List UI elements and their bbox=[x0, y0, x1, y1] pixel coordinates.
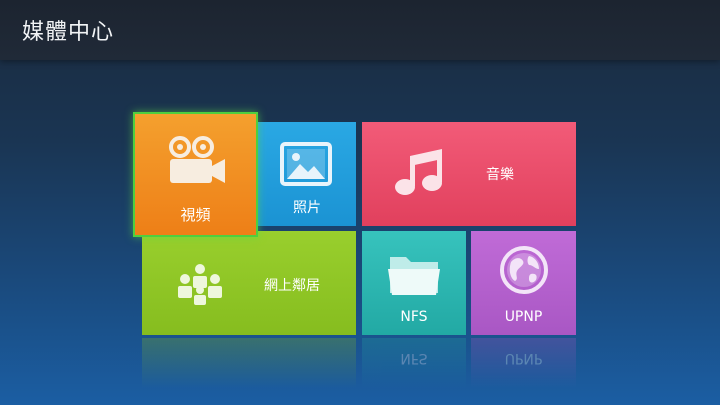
tile-video[interactable]: 視頻 bbox=[133, 112, 258, 237]
tile-upnp-label: UPNP bbox=[504, 309, 543, 325]
tile-nfs-label: NFS bbox=[400, 309, 428, 325]
tile-photos[interactable]: 照片 bbox=[258, 122, 356, 226]
header-bar: 媒體中心 bbox=[0, 0, 720, 60]
tile-music-label: 音樂 bbox=[486, 167, 514, 183]
tile-photos-label: 照片 bbox=[293, 200, 321, 216]
tile-nfs-reflection-label: NFS bbox=[400, 350, 428, 366]
tile-video-label: 視頻 bbox=[180, 206, 211, 224]
tile-upnp[interactable]: UPNP bbox=[471, 231, 576, 335]
video-camera-icon bbox=[167, 136, 227, 190]
tile-upnp-reflection-label: UPNP bbox=[504, 350, 543, 366]
tile-network-reflection bbox=[142, 338, 356, 388]
music-note-icon bbox=[394, 146, 446, 202]
tile-upnp-reflection: UPNP bbox=[471, 338, 576, 388]
tile-nfs-reflection: NFS bbox=[362, 338, 466, 388]
picture-icon bbox=[280, 142, 332, 190]
tile-music[interactable]: 音樂 bbox=[362, 122, 576, 226]
globe-icon bbox=[499, 245, 549, 299]
tile-nfs[interactable]: NFS bbox=[362, 231, 466, 335]
folder-icon bbox=[386, 251, 442, 301]
tile-network[interactable]: 網上鄰居 bbox=[142, 231, 356, 335]
tile-network-label: 網上鄰居 bbox=[264, 278, 320, 294]
people-group-icon bbox=[176, 263, 224, 309]
page-title: 媒體中心 bbox=[22, 20, 115, 45]
